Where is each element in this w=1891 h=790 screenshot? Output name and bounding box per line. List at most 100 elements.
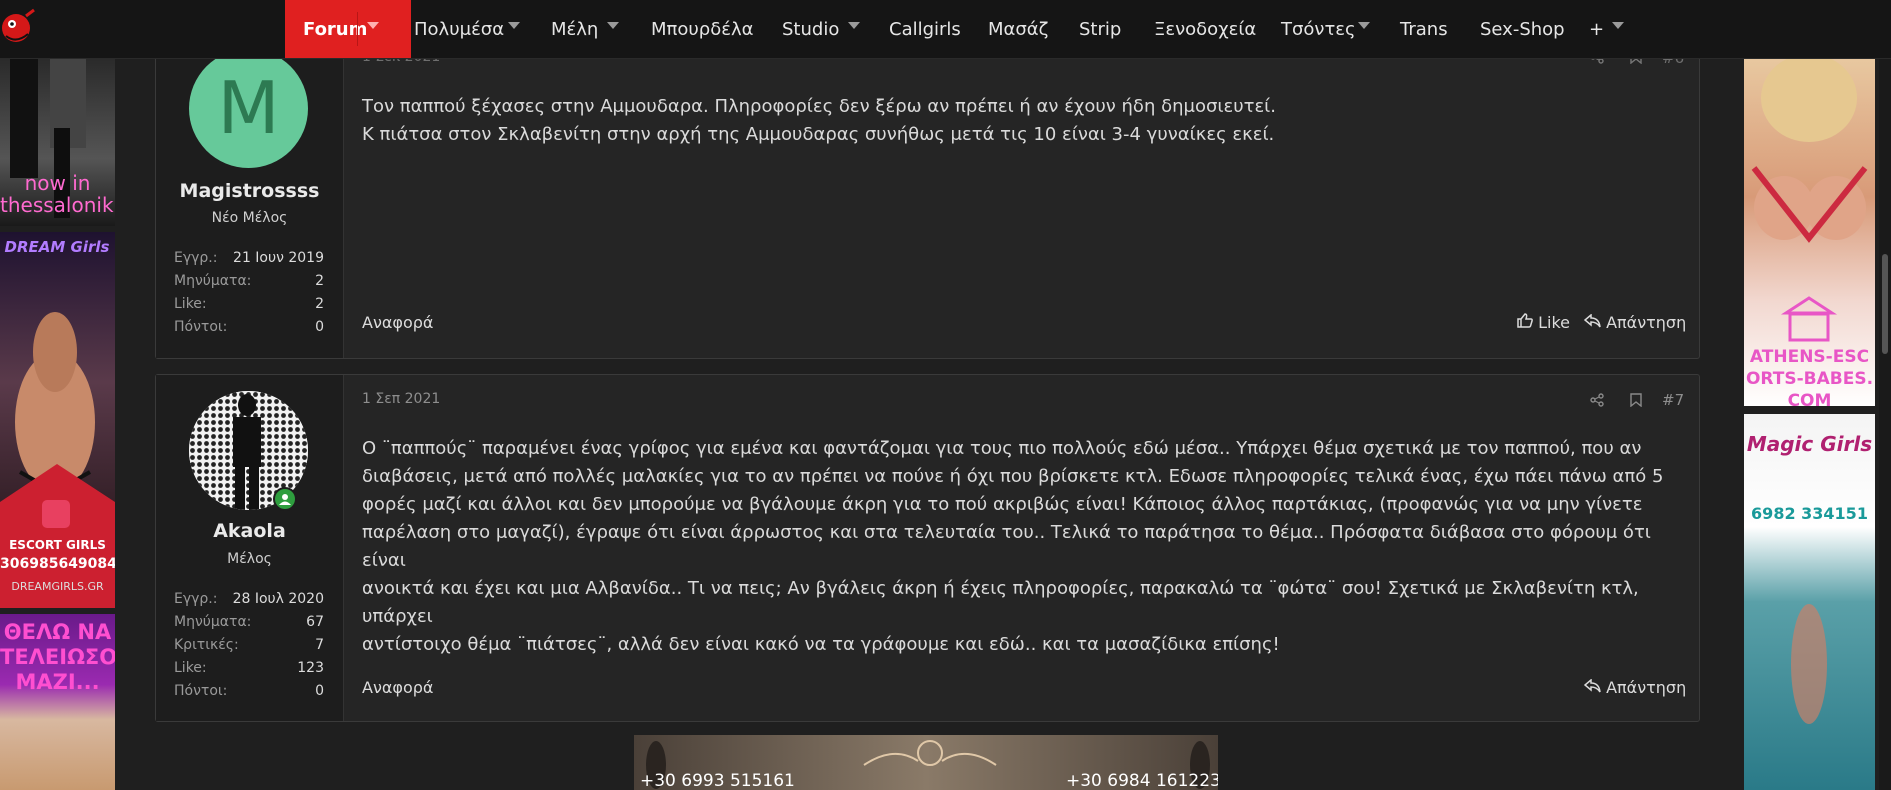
nav-videos[interactable]: Τσόντες bbox=[1281, 0, 1356, 58]
post-line: διαβάσεις, μετά από πολλές μαλακίες για … bbox=[362, 466, 1664, 487]
nav-hotels[interactable]: Ξενοδοχεία bbox=[1154, 0, 1256, 58]
reply-button[interactable]: Απάντηση bbox=[1583, 313, 1687, 332]
nav-members[interactable]: Μέλη bbox=[551, 0, 598, 58]
stat-value: 0 bbox=[315, 319, 324, 335]
nav-studio-label: Studio bbox=[782, 18, 840, 40]
left-banner-ad-1[interactable]: now in thessaloniki bbox=[0, 58, 115, 226]
chevron-down-icon[interactable] bbox=[508, 22, 520, 29]
post-date[interactable]: 1 Σεπ 2021 bbox=[362, 391, 440, 407]
stat-label: Like: bbox=[174, 660, 207, 676]
nav-media-label: Πολυμέσα bbox=[414, 18, 505, 40]
stat-label: Εγγρ.: bbox=[174, 591, 218, 607]
right-banner-ad-1[interactable]: ATHENS-ESCORTS-BABES.COM bbox=[1744, 58, 1875, 406]
post-line: αντίστοιχο θέμα ¨πιάτσες¨, αλλά δεν είνα… bbox=[362, 634, 1280, 655]
online-status-icon bbox=[273, 487, 297, 511]
stat-label: Πόντοι: bbox=[174, 683, 228, 699]
reply-label: Απάντηση bbox=[1606, 313, 1687, 332]
nav-massage-label: Μασάζ bbox=[988, 18, 1049, 40]
nav-brothels-label: Μπουρδέλα bbox=[651, 18, 754, 40]
stat-messages: Μηνύματα: 67 bbox=[174, 614, 324, 636]
nav-massage[interactable]: Μασάζ bbox=[988, 0, 1048, 58]
ad-site: DREAMGIRLS.GR bbox=[11, 580, 104, 593]
stat-label: Κριτικές: bbox=[174, 637, 239, 653]
ad-logo: Magic Girls bbox=[1746, 432, 1873, 456]
nav-trans-label: Trans bbox=[1400, 18, 1448, 40]
username[interactable]: Akaola bbox=[156, 520, 343, 542]
nav-forum[interactable]: Forum bbox=[285, 0, 411, 58]
user-pane: Akaola Μέλος Εγγρ.: 28 Ιουλ 2020 Μηνύματ… bbox=[156, 375, 344, 721]
chevron-down-icon[interactable] bbox=[848, 22, 860, 29]
nav-more[interactable]: + bbox=[1589, 0, 1604, 58]
site-logo-icon[interactable] bbox=[0, 6, 38, 52]
user-title: Νέο Μέλος bbox=[211, 210, 288, 226]
stat-likes: Like: 2 bbox=[174, 296, 324, 318]
stat-messages: Μηνύματα: 2 bbox=[174, 273, 324, 295]
post-line: Κ πιάτσα στον Σκλαβενίτη στην αρχή της Α… bbox=[362, 124, 1275, 145]
stat-reviews: Κριτικές: 7 bbox=[174, 637, 324, 659]
like-label: Like bbox=[1538, 313, 1570, 332]
stat-value: 0 bbox=[315, 683, 324, 699]
chevron-down-icon[interactable] bbox=[367, 22, 379, 29]
avatar[interactable]: M bbox=[189, 49, 308, 168]
stat-joined: Εγγρ.: 21 Ιουν 2019 bbox=[174, 250, 324, 272]
stat-likes: Like: 123 bbox=[174, 660, 324, 682]
nav-sex-shop[interactable]: Sex-Shop bbox=[1480, 0, 1565, 58]
reply-button[interactable]: Απάντηση bbox=[1583, 678, 1686, 697]
post-line: Τον παππού ξέχασες στην Αμμουδαρα. Πληρο… bbox=[362, 96, 1276, 117]
chevron-down-icon[interactable] bbox=[607, 22, 619, 29]
top-navigation: Forum Πολυμέσα Μέλη Μπουρδέλα Studio Cal… bbox=[0, 0, 1891, 59]
nav-callgirls-label: Callgirls bbox=[889, 18, 961, 40]
ad-text: ΘΕΛΩ ΝΑ ΤΕΛΕΙΩΣΟΥΜΕ ΜΑΖΙ... bbox=[0, 620, 115, 694]
nav-callgirls[interactable]: Callgirls bbox=[889, 0, 961, 58]
left-banner-ad-2[interactable]: DREAM Girls ESCORT GIRLS 306985649084 DR… bbox=[0, 232, 115, 608]
share-icon[interactable] bbox=[1590, 392, 1604, 411]
post-number[interactable]: #7 bbox=[1662, 391, 1684, 409]
chevron-down-icon[interactable] bbox=[1612, 22, 1624, 29]
left-banner-ad-3[interactable]: ΘΕΛΩ ΝΑ ΤΕΛΕΙΩΣΟΥΜΕ ΜΑΖΙ... bbox=[0, 614, 115, 790]
nav-media[interactable]: Πολυμέσα bbox=[414, 0, 504, 58]
report-link[interactable]: Αναφορά bbox=[362, 678, 433, 697]
nav-strip-label: Strip bbox=[1079, 18, 1122, 40]
stat-label: Μηνύματα: bbox=[174, 614, 252, 630]
ad-logo: DREAM Girls bbox=[4, 238, 110, 256]
stat-joined: Εγγρ.: 28 Ιουλ 2020 bbox=[174, 591, 324, 613]
post-body: Τον παππού ξέχασες στην Αμμουδαρα. Πληρο… bbox=[362, 93, 1672, 149]
ad-phone: +30 6984 161223 bbox=[1066, 771, 1218, 790]
username[interactable]: Magistrossss bbox=[156, 180, 343, 202]
nav-videos-label: Τσόντες bbox=[1281, 18, 1356, 40]
user-pane: M Magistrossss Νέο Μέλος Εγγρ.: 21 Ιουν … bbox=[156, 49, 344, 358]
nav-members-label: Μέλη bbox=[551, 18, 599, 40]
ad-site: ATHENS-ESCORTS-BABES.COM bbox=[1745, 347, 1874, 406]
stat-label: Μηνύματα: bbox=[174, 273, 252, 289]
stat-value: 67 bbox=[306, 614, 324, 630]
nav-studio[interactable]: Studio bbox=[782, 0, 839, 58]
nav-brothels[interactable]: Μπουρδέλα bbox=[651, 0, 753, 58]
post-line: παρέλαση στο μαγαζί), έγραψε ότι είναι ά… bbox=[362, 522, 1651, 571]
ad-text: now in thessaloniki bbox=[0, 171, 115, 217]
report-link[interactable]: Αναφορά bbox=[362, 313, 433, 332]
stat-value: 28 Ιουλ 2020 bbox=[232, 591, 324, 607]
right-banner-ad-2[interactable]: Magic Girls 6982 334151 bbox=[1744, 414, 1875, 790]
bottom-banner-ad[interactable]: +30 6993 515161 +30 6984 161223 bbox=[634, 735, 1218, 790]
stat-points: Πόντοι: 0 bbox=[174, 319, 324, 341]
stat-value: 2 bbox=[315, 273, 324, 289]
nav-more-label: + bbox=[1589, 18, 1605, 40]
bookmark-icon[interactable] bbox=[1630, 392, 1642, 411]
nav-hotels-label: Ξενοδοχεία bbox=[1154, 18, 1257, 40]
post-line: φορές μαζί και άλλοι και δεν μπορούμε να… bbox=[362, 494, 1643, 515]
nav-trans[interactable]: Trans bbox=[1400, 0, 1448, 58]
post: M Magistrossss Νέο Μέλος Εγγρ.: 21 Ιουν … bbox=[155, 48, 1700, 359]
nav-strip[interactable]: Strip bbox=[1079, 0, 1121, 58]
thumbs-up-icon bbox=[1517, 313, 1533, 332]
post-line: Ο ¨παππούς¨ παραμένει ένας γρίφος για εμ… bbox=[362, 438, 1642, 459]
scrollbar-thumb[interactable] bbox=[1882, 254, 1888, 354]
stat-value: 21 Ιουν 2019 bbox=[233, 250, 324, 266]
ad-phone: +30 6993 515161 bbox=[640, 771, 795, 790]
stat-value: 2 bbox=[315, 296, 324, 312]
nav-sex-shop-label: Sex-Shop bbox=[1480, 18, 1565, 40]
page-scrollbar[interactable] bbox=[1879, 58, 1891, 790]
post-line: ανοικτά και έχει και μια Αλβανίδα.. Τι ν… bbox=[362, 578, 1639, 627]
chevron-down-icon[interactable] bbox=[1358, 22, 1370, 29]
reply-icon bbox=[1583, 313, 1601, 332]
like-button[interactable]: Like bbox=[1517, 313, 1570, 332]
